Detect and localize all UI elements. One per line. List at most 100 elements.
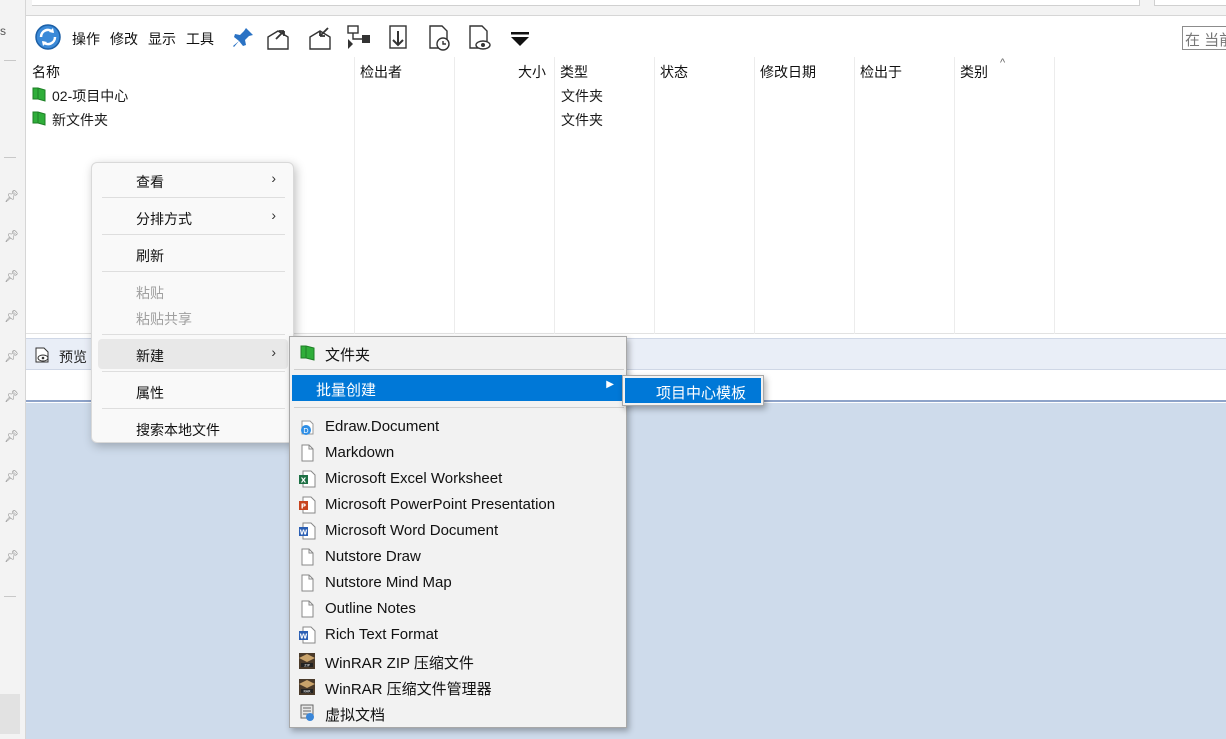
- pin-icon[interactable]: 📌︎: [4, 349, 19, 363]
- menu-item-search-local[interactable]: 搜索本地文件: [98, 413, 288, 443]
- menu-item-paste-share: 粘贴共享: [98, 302, 288, 332]
- row-name: 02-项目中心: [52, 88, 129, 104]
- top-search-field[interactable]: [1154, 0, 1226, 6]
- svg-text:W: W: [300, 633, 308, 641]
- pin-icon[interactable]: 📌︎: [4, 469, 19, 483]
- menu-separator: [102, 234, 285, 235]
- word-icon: W: [299, 626, 316, 644]
- menu-display[interactable]: 显示: [148, 29, 176, 49]
- preview-tab[interactable]: 预览: [59, 347, 87, 367]
- svg-text:P: P: [301, 503, 306, 511]
- menu-operate[interactable]: 操作: [72, 29, 100, 49]
- row-type: 文件夹: [561, 112, 603, 128]
- submenu-item-label: Nutstore Draw: [325, 548, 421, 565]
- powerpoint-icon: P: [299, 496, 316, 514]
- new-nutstore-mindmap-item[interactable]: Nutstore Mind Map: [292, 570, 624, 596]
- submenu-item-label: 批量创建: [316, 382, 377, 399]
- batch-create-item[interactable]: 批量创建 ▶: [292, 375, 624, 401]
- workflow-icon[interactable]: [344, 23, 374, 53]
- column-header-modified-date[interactable]: 修改日期: [760, 62, 816, 82]
- checkin-icon[interactable]: [306, 23, 336, 53]
- scroll-block[interactable]: [0, 694, 20, 734]
- history-doc-icon[interactable]: [424, 23, 454, 53]
- new-virtual-doc-item[interactable]: 虚拟文档: [292, 700, 624, 726]
- view-doc-icon[interactable]: [464, 23, 494, 53]
- column-header-size[interactable]: 大小: [518, 62, 546, 82]
- word-icon: W: [299, 522, 316, 540]
- search-input[interactable]: 在 当前: [1182, 26, 1226, 50]
- checkout-icon[interactable]: [264, 23, 294, 53]
- divider: [4, 596, 16, 597]
- more-dropdown-icon[interactable]: [506, 23, 536, 53]
- submenu-item-label: 虚拟文档: [325, 707, 386, 724]
- chevron-right-icon: ›: [271, 207, 276, 223]
- submenu-item-label: Outline Notes: [325, 600, 416, 617]
- menu-separator: [294, 369, 624, 370]
- folder-icon: [32, 87, 46, 102]
- submenu-item-label: Rich Text Format: [325, 626, 439, 643]
- new-nutstore-draw-item[interactable]: Nutstore Draw: [292, 544, 624, 570]
- menu-item-new[interactable]: 新建 ›: [98, 339, 288, 369]
- column-header-status[interactable]: 状态: [660, 62, 688, 82]
- menu-item-refresh[interactable]: 刷新: [98, 239, 288, 269]
- new-powerpoint-item[interactable]: P Microsoft PowerPoint Presentation: [292, 492, 624, 518]
- menu-item-label: 分排方式: [136, 211, 192, 227]
- excel-icon: X: [299, 470, 316, 488]
- menu-separator: [294, 407, 624, 408]
- address-field[interactable]: [32, 0, 1140, 6]
- menu-separator: [102, 371, 285, 372]
- new-folder-item[interactable]: 文件夹: [292, 340, 624, 366]
- menu-separator: [102, 408, 285, 409]
- edge-text: s: [0, 24, 6, 38]
- new-outline-notes-item[interactable]: Outline Notes: [292, 596, 624, 622]
- svg-text:ZIP: ZIP: [304, 664, 310, 668]
- table-row[interactable]: 02-项目中心 文件夹: [26, 83, 1226, 107]
- column-header-category[interactable]: 类别: [960, 62, 988, 82]
- pin-icon[interactable]: 📌︎: [4, 229, 19, 243]
- download-doc-icon[interactable]: [384, 23, 414, 53]
- pin-icon[interactable]: 📌︎: [4, 269, 19, 283]
- winrar-icon: ZIP: [299, 653, 315, 669]
- column-header-type[interactable]: 类型: [560, 62, 588, 82]
- chevron-right-icon: ›: [271, 344, 276, 360]
- winrar-icon: RAR: [299, 679, 315, 695]
- menu-item-sort-by[interactable]: 分排方式 ›: [98, 202, 288, 232]
- menu-tools[interactable]: 工具: [186, 29, 214, 49]
- pin-toolbar-icon[interactable]: [228, 23, 258, 53]
- new-rtf-item[interactable]: W Rich Text Format: [292, 622, 624, 648]
- toolbar: 操作 修改 显示 工具 在 当前: [26, 17, 1226, 57]
- submenu-item-label: Nutstore Mind Map: [325, 574, 452, 591]
- new-word-item[interactable]: W Microsoft Word Document: [292, 518, 624, 544]
- folder-icon: [32, 111, 46, 126]
- menu-modify[interactable]: 修改: [110, 29, 138, 49]
- refresh-icon[interactable]: [34, 23, 62, 51]
- submenu-item-label: Microsoft PowerPoint Presentation: [325, 496, 556, 513]
- submenu-item-label: Microsoft Excel Worksheet: [325, 470, 503, 487]
- menu-item-label: 查看: [136, 174, 164, 190]
- new-winrar-archive-item[interactable]: RAR WinRAR 压缩文件管理器: [292, 674, 624, 700]
- new-winrar-zip-item[interactable]: ZIP WinRAR ZIP 压缩文件: [292, 648, 624, 674]
- column-header-checked-out-by[interactable]: 检出者: [360, 62, 402, 82]
- submenu-item-label: WinRAR ZIP 压缩文件: [325, 655, 474, 672]
- menu-item-view[interactable]: 查看 ›: [98, 165, 288, 195]
- new-markdown-item[interactable]: Markdown: [292, 440, 624, 466]
- pin-icon[interactable]: 📌︎: [4, 189, 19, 203]
- pin-icon[interactable]: 📌︎: [4, 509, 19, 523]
- new-excel-item[interactable]: X Microsoft Excel Worksheet: [292, 466, 624, 492]
- menu-item-label: 属性: [136, 385, 164, 401]
- address-bar-strip: [26, 0, 1226, 16]
- pin-icon[interactable]: 📌︎: [4, 389, 19, 403]
- context-menu: 查看 › 分排方式 › 刷新 粘贴 粘贴共享 新建 › 属性 搜索本地文件: [91, 162, 294, 443]
- new-edraw-item[interactable]: D Edraw.Document: [292, 414, 624, 440]
- table-row[interactable]: 新文件夹 文件夹: [26, 107, 1226, 131]
- edraw-icon: D: [301, 420, 314, 435]
- pin-icon[interactable]: 📌︎: [4, 549, 19, 563]
- column-header-checked-out-at[interactable]: 检出于: [860, 62, 902, 82]
- pin-icon[interactable]: 📌︎: [4, 309, 19, 323]
- column-header-name[interactable]: 名称: [32, 62, 60, 82]
- menu-item-properties[interactable]: 属性: [98, 376, 288, 406]
- virtual-doc-icon: [300, 704, 314, 721]
- triangle-right-icon: ▶: [606, 379, 614, 390]
- project-center-template-item[interactable]: 项目中心模板: [625, 378, 761, 403]
- pin-icon[interactable]: 📌︎: [4, 429, 19, 443]
